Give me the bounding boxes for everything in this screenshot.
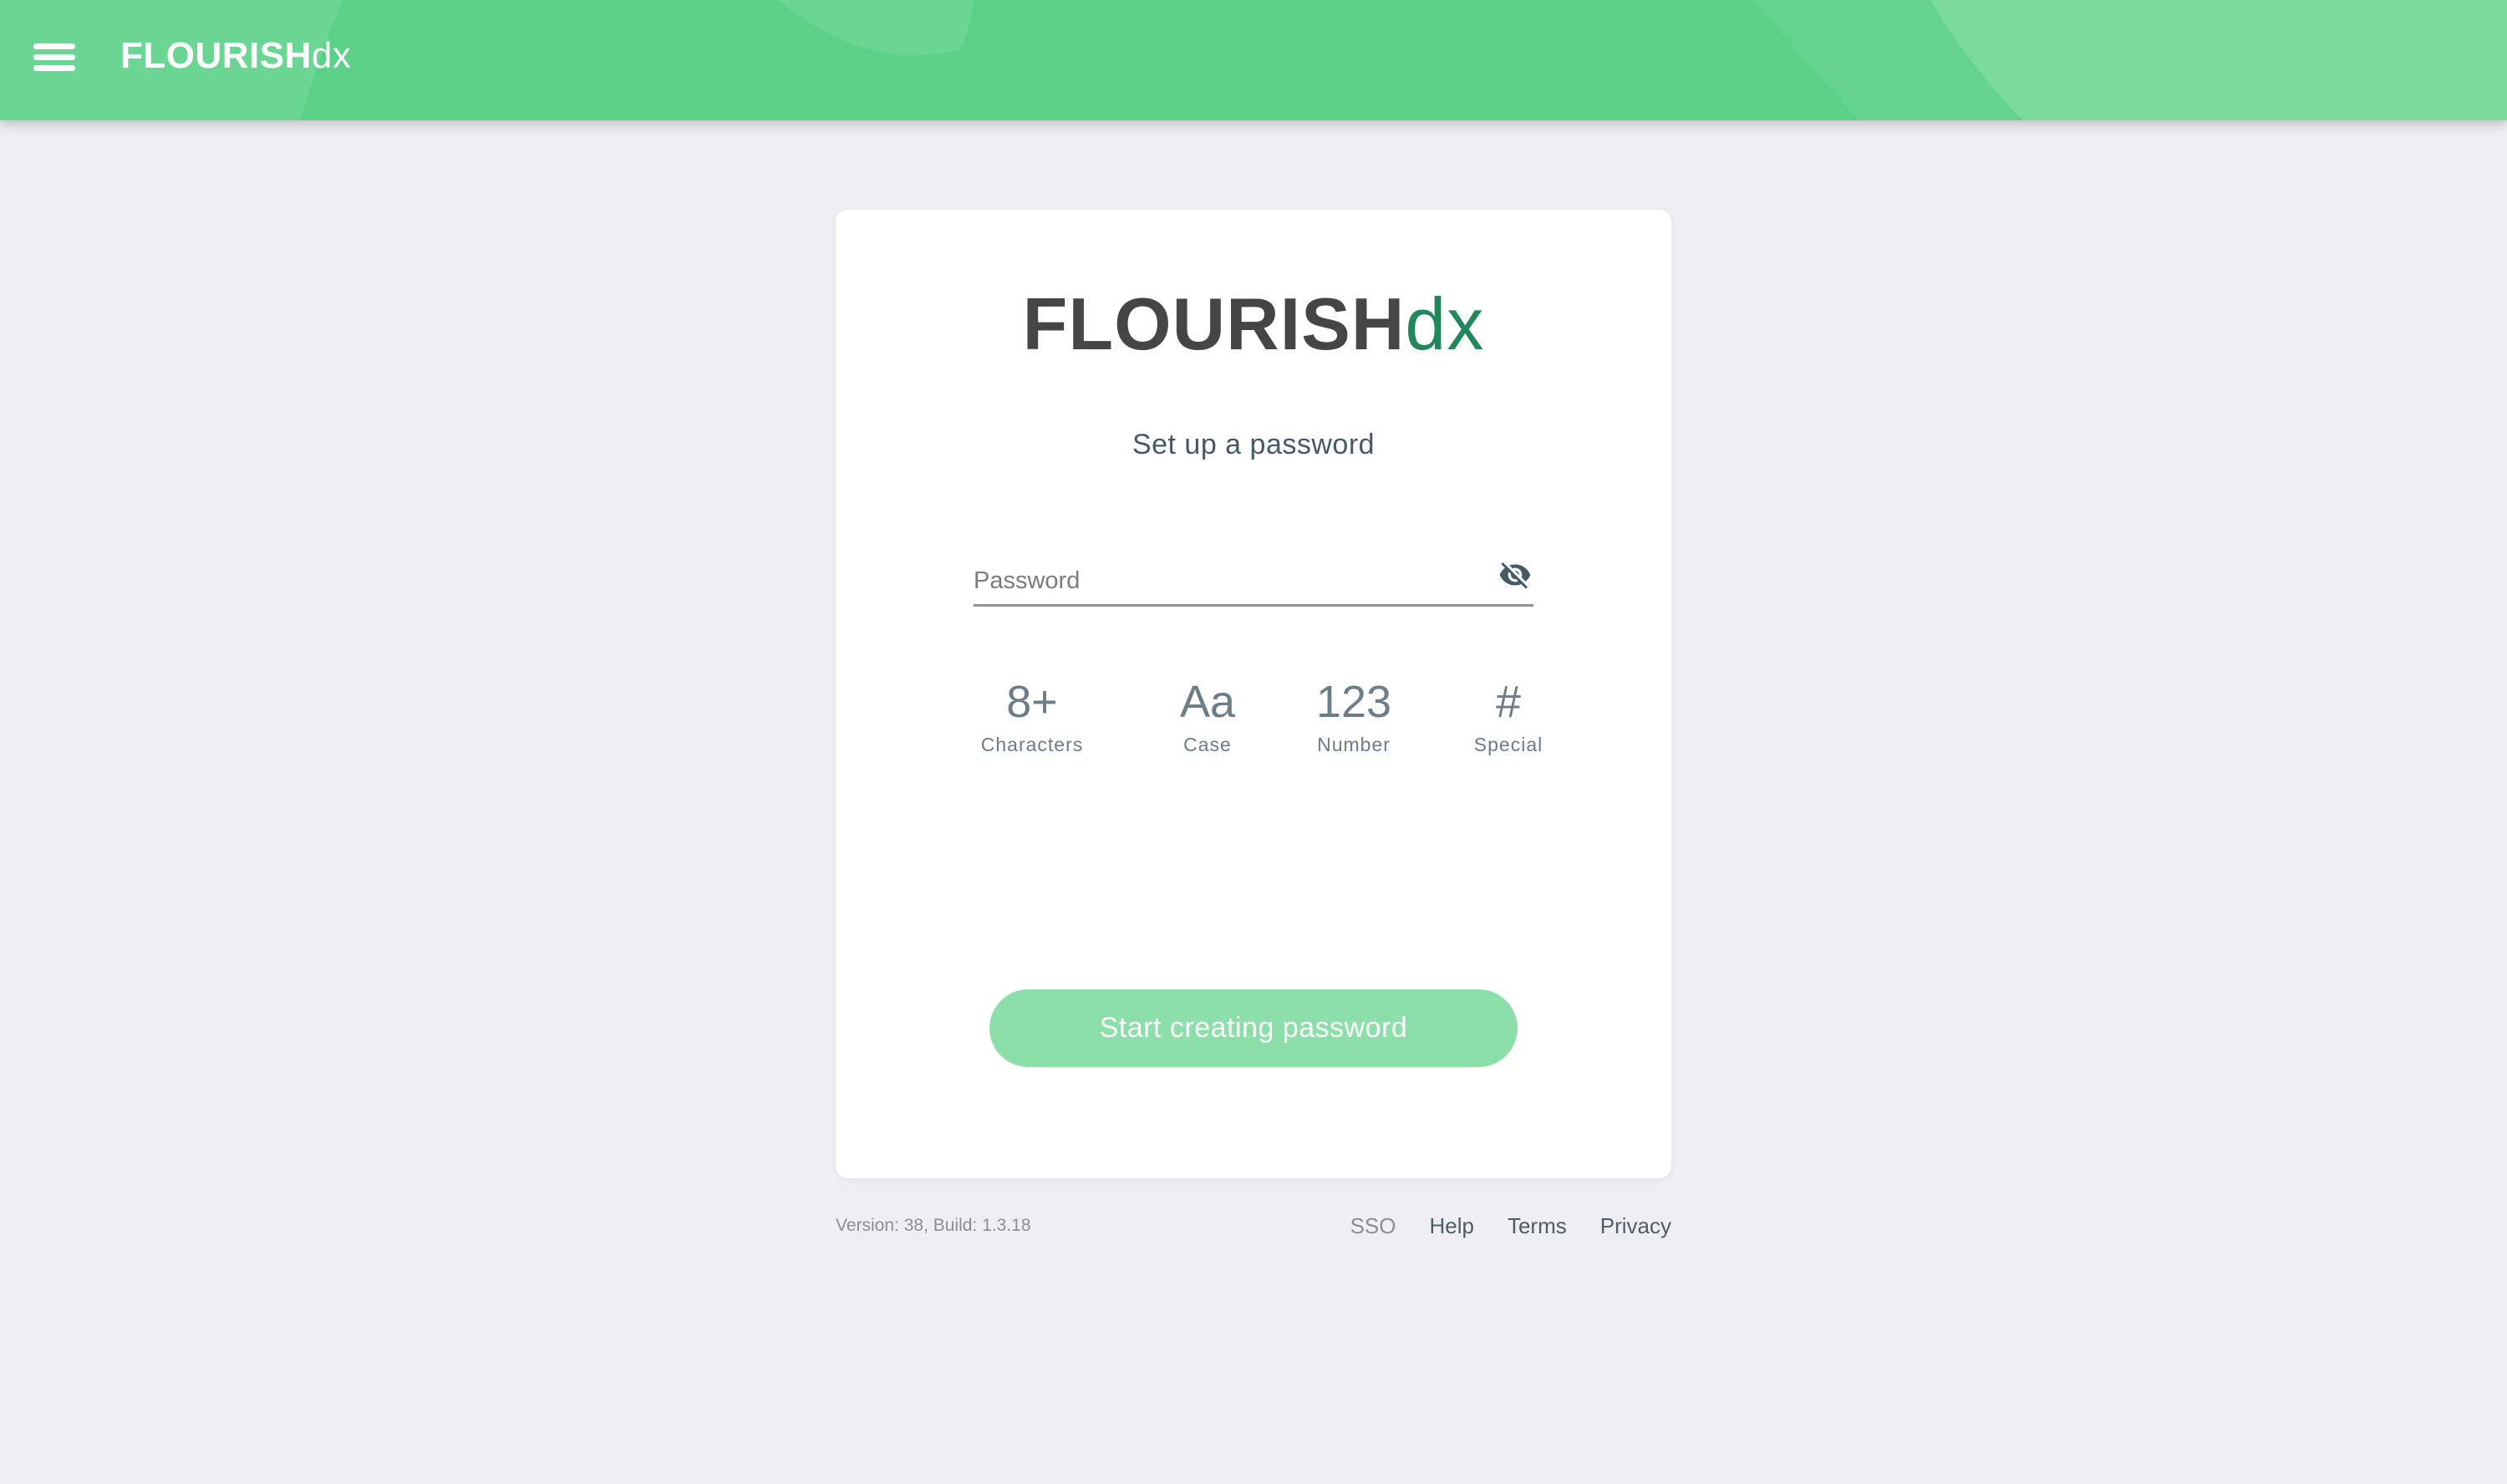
header-logo-bold: FLOURISH — [120, 35, 312, 76]
footer-links: SSO Help Terms Privacy — [1350, 1211, 1671, 1241]
header-logo[interactable]: FLOURISHdx — [120, 35, 351, 77]
version-info: Version: 38, Build: 1.3.18 — [836, 1216, 1031, 1235]
top-app-bar: FLOURISHdx — [0, 0, 2507, 120]
password-requirements: 8+ Characters Aa Case 123 Number # Speci… — [974, 675, 1542, 767]
card-logo-light: dx — [1405, 282, 1485, 365]
requirement-symbol: 8+ — [1006, 677, 1058, 727]
card-logo: FLOURISHdx — [836, 282, 1671, 366]
requirement-symbol: Aa — [1179, 677, 1236, 727]
requirement-label: Special — [1473, 734, 1543, 755]
requirement-special: # Special — [1454, 675, 1563, 757]
requirement-length: 8+ Characters — [974, 675, 1091, 757]
eye-off-icon[interactable] — [1497, 558, 1533, 592]
requirement-case: Aa Case — [1153, 675, 1262, 757]
page-subtitle: Set up a password — [1131, 429, 1376, 460]
header-decoration — [0, 0, 2507, 120]
footer-link-help[interactable]: Help — [1429, 1211, 1473, 1241]
requirement-label: Case — [1183, 734, 1232, 755]
hamburger-menu-icon[interactable] — [33, 43, 77, 72]
footer-link-sso[interactable]: SSO — [1350, 1211, 1396, 1241]
requirement-number: 123 Number — [1299, 675, 1408, 757]
password-field[interactable] — [974, 551, 1533, 607]
card-logo-bold: FLOURISH — [1022, 282, 1406, 365]
requirement-label: Characters — [980, 734, 1084, 755]
password-input[interactable] — [974, 564, 1475, 597]
start-creating-password-button[interactable]: Start creating password — [989, 989, 1518, 1067]
requirement-symbol: 123 — [1315, 677, 1392, 727]
requirement-label: Number — [1317, 734, 1391, 755]
header-logo-light: dx — [311, 35, 352, 76]
footer-link-privacy[interactable]: Privacy — [1600, 1211, 1671, 1241]
requirement-symbol: # — [1495, 677, 1522, 727]
footer-link-terms[interactable]: Terms — [1508, 1211, 1567, 1241]
